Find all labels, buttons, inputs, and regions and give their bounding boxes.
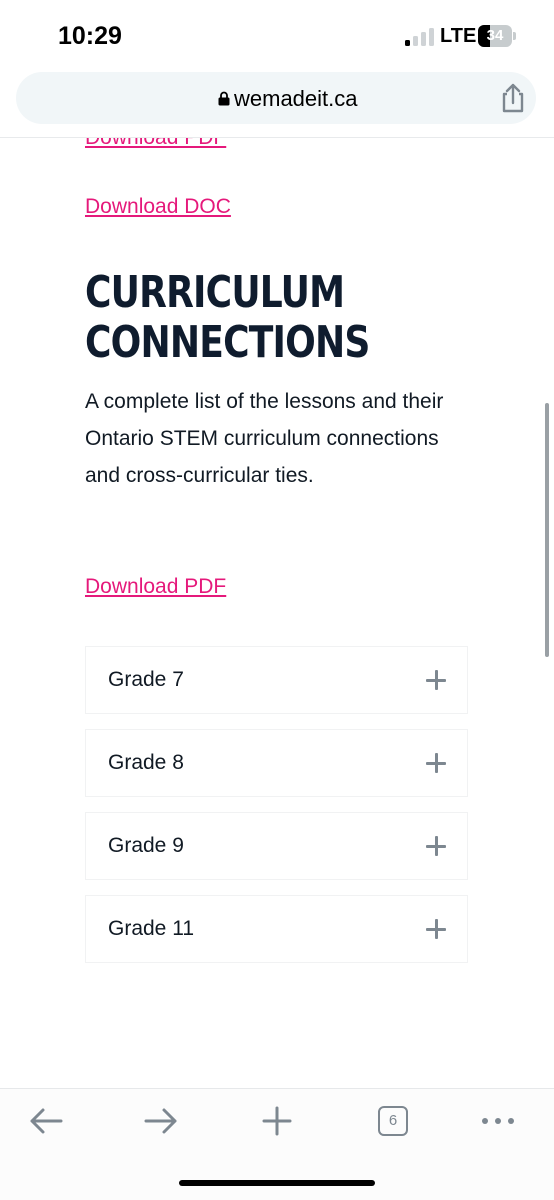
section-heading: CURRICULUM CONNECTIONS: [85, 267, 370, 368]
arrow-right-icon[interactable]: [139, 1103, 183, 1139]
grade-accordion: Grade 7 Grade 8 Grade 9 Grade 11: [85, 646, 468, 978]
section-description: A complete list of the lessons and their…: [85, 390, 444, 487]
lock-icon: [218, 91, 230, 106]
network-type: LTE: [440, 25, 477, 47]
page-content: Download PDF Download DOC CURRICULUM CON…: [0, 138, 554, 1088]
download-doc-link[interactable]: Download DOC: [85, 195, 231, 219]
plus-icon[interactable]: [426, 670, 446, 690]
address-bar[interactable]: wemadeit.ca: [16, 72, 536, 124]
scrollbar-thumb[interactable]: [545, 403, 549, 657]
accordion-item-grade-9[interactable]: Grade 9: [85, 812, 468, 880]
download-pdf-link[interactable]: Download PDF: [85, 575, 226, 599]
arrow-left-icon[interactable]: [24, 1103, 68, 1139]
tab-count: 6: [378, 1106, 408, 1136]
accordion-item-grade-11[interactable]: Grade 11: [85, 895, 468, 963]
battery-icon: 34: [478, 25, 516, 47]
plus-icon[interactable]: [426, 753, 446, 773]
accordion-label: Grade 8: [108, 751, 184, 774]
share-icon[interactable]: [498, 82, 528, 114]
battery-percent: 34: [486, 27, 504, 44]
accordion-label: Grade 9: [108, 834, 184, 857]
plus-icon[interactable]: [426, 919, 446, 939]
plus-icon[interactable]: [426, 836, 446, 856]
accordion-label: Grade 11: [108, 917, 194, 940]
new-tab-plus-icon[interactable]: [255, 1103, 299, 1139]
status-time: 10:29: [58, 22, 122, 50]
accordion-label: Grade 7: [108, 668, 184, 691]
home-indicator: [179, 1180, 375, 1186]
url-text[interactable]: wemadeit.ca: [234, 86, 358, 112]
tabs-button[interactable]: 6: [371, 1103, 415, 1139]
accordion-item-grade-8[interactable]: Grade 8: [85, 729, 468, 797]
accordion-item-grade-7[interactable]: Grade 7: [85, 646, 468, 714]
cellular-signal-icon: [405, 28, 435, 46]
download-pdf-link-partial[interactable]: Download PDF: [85, 138, 226, 150]
status-bar: 10:29 LTE 34: [0, 0, 554, 72]
ellipsis-icon[interactable]: [476, 1103, 520, 1139]
browser-screen: 10:29 LTE 34 wemadeit.ca Download PDF Do…: [0, 0, 554, 1200]
